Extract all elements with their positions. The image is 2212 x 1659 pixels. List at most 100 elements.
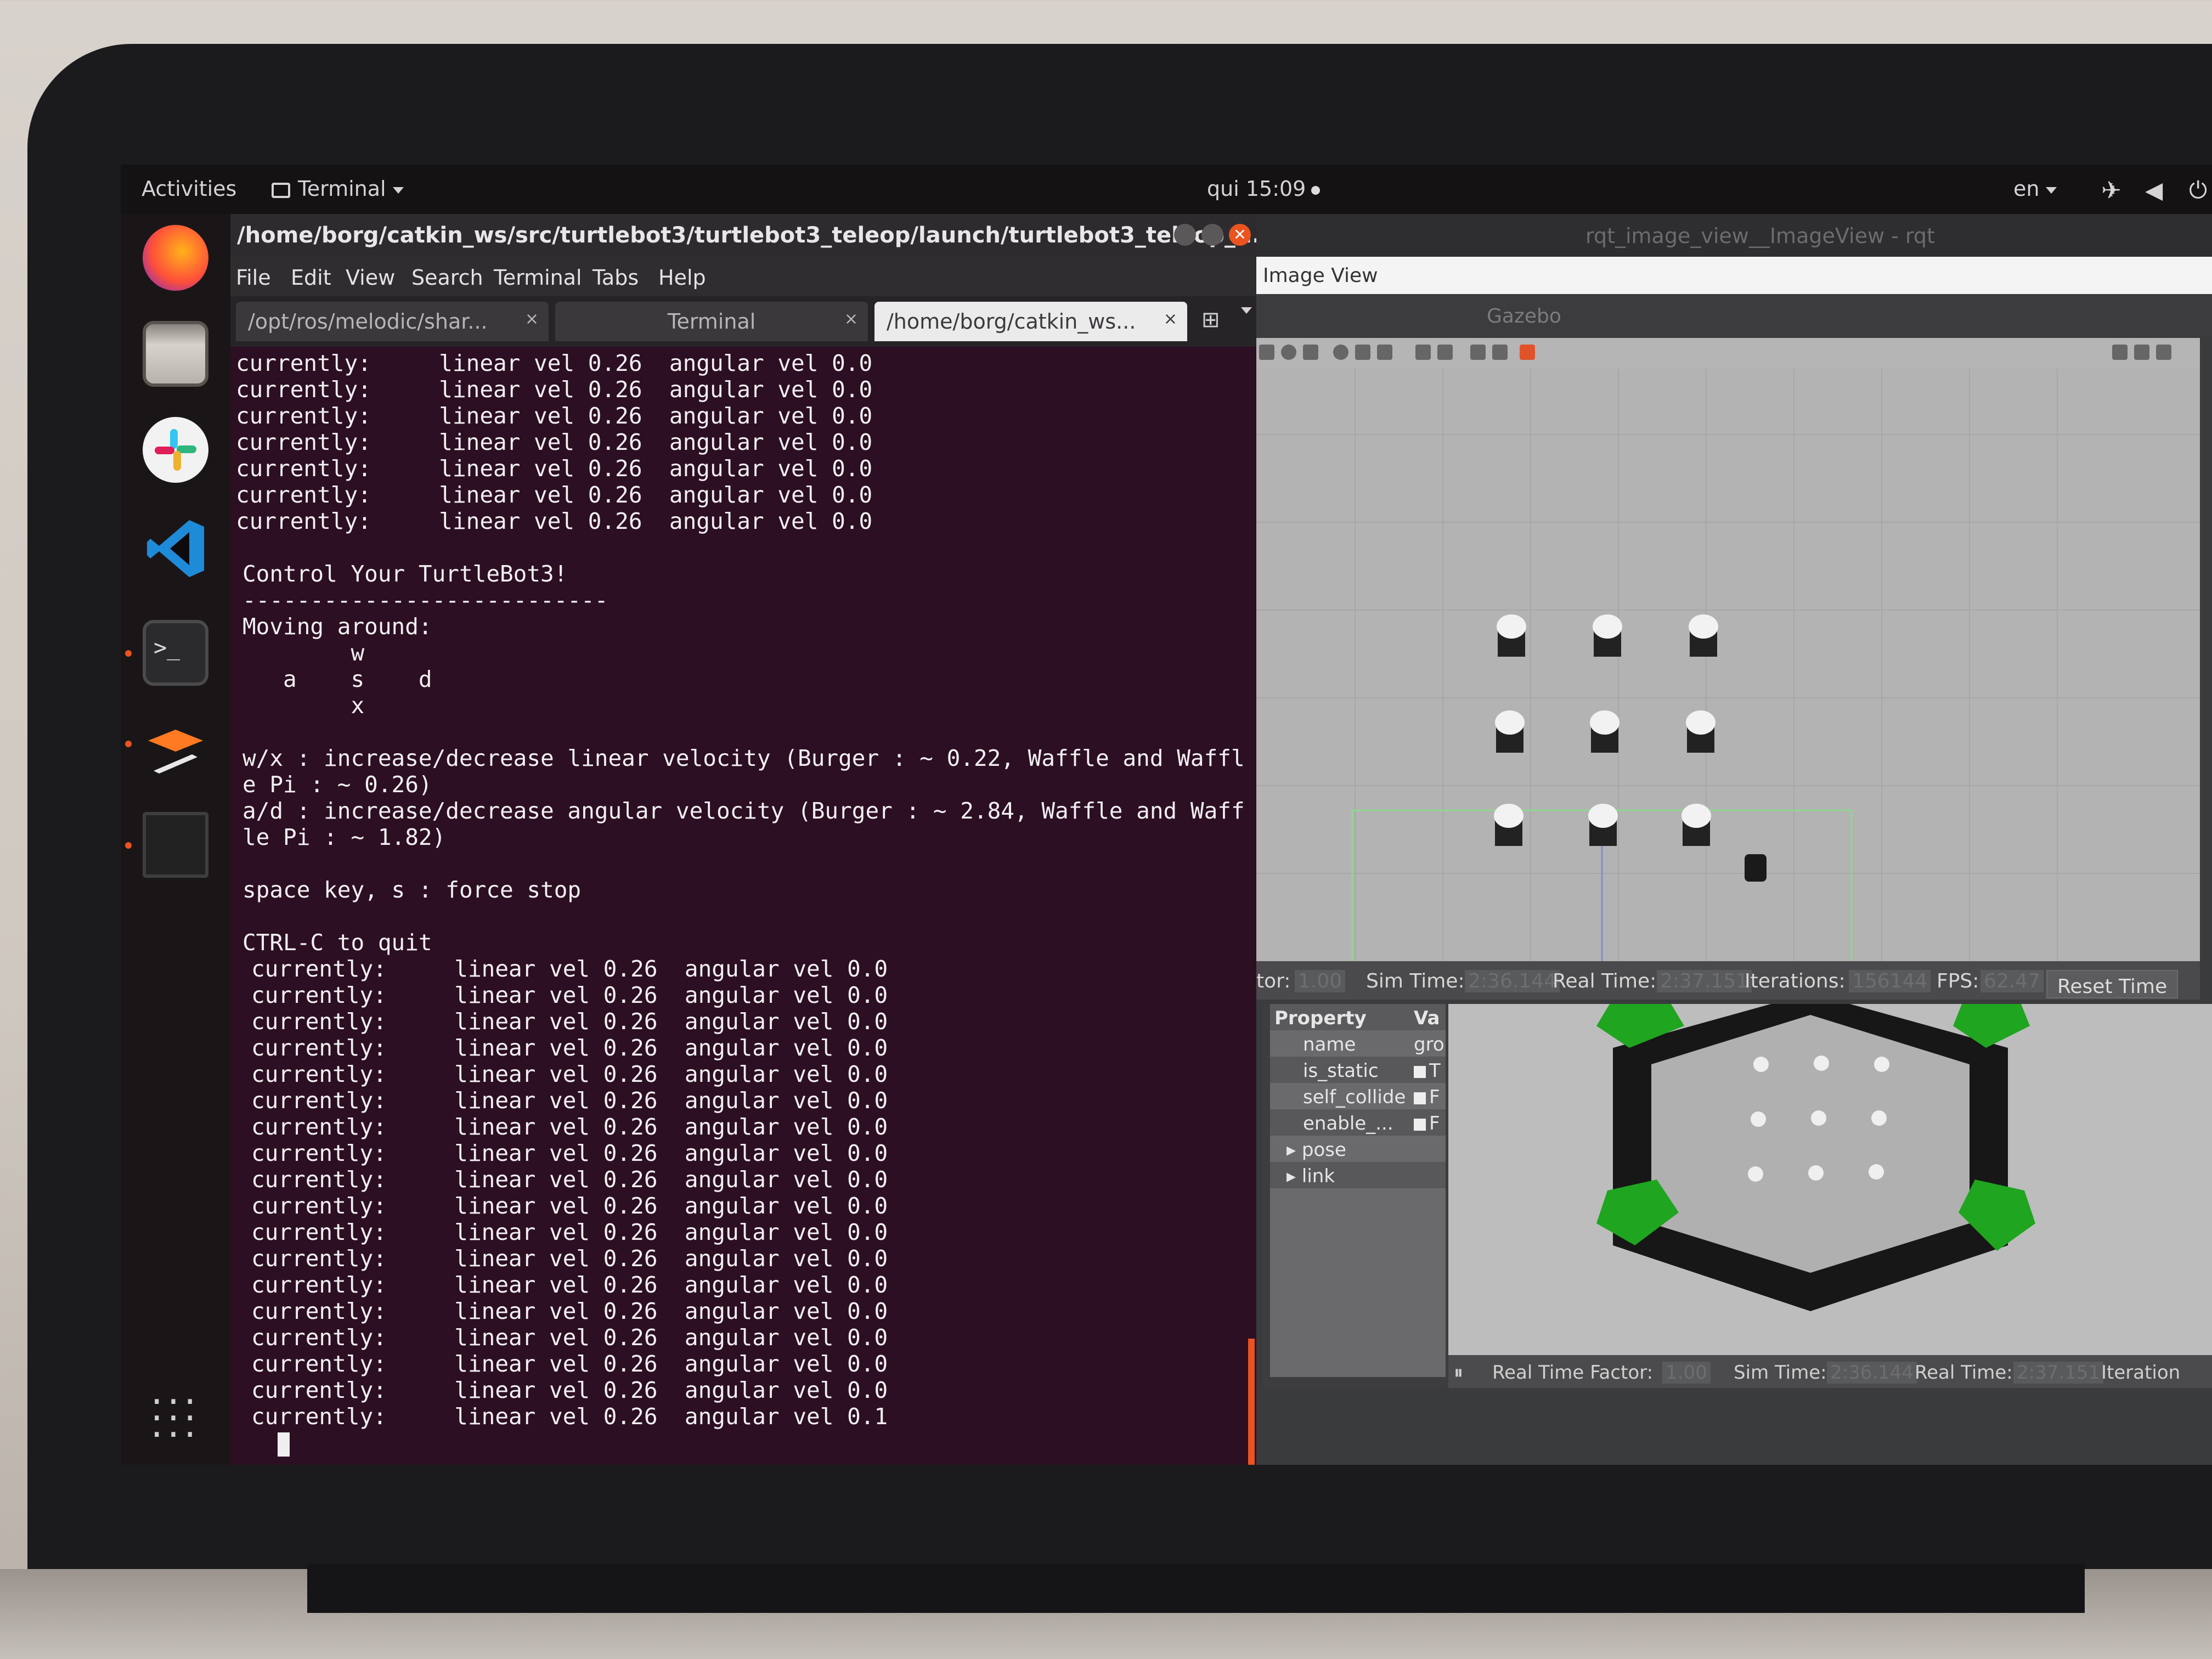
menu-view[interactable]: View: [346, 266, 395, 290]
close-icon[interactable]: ×: [844, 309, 858, 329]
laptop-hinge-shadow: [307, 1564, 2085, 1613]
tab-catkin-ws[interactable]: /home/borg/catkin_ws... ×: [874, 302, 1187, 341]
menu-tabs[interactable]: Tabs: [592, 266, 639, 290]
terminal-menubar: File Edit View Search Terminal Tabs Help: [230, 257, 1256, 296]
volume-icon[interactable]: ◀: [2145, 177, 2163, 204]
image-view-titlebar[interactable]: rqt_image_view__ImageView - rqt: [1256, 214, 2212, 257]
output-line: currently: linear vel 0.26 angular vel 0…: [251, 1035, 888, 1061]
expand-arrow-icon: ▸: [1286, 1165, 1302, 1187]
property-row-enable[interactable]: enable_... F: [1270, 1109, 1446, 1136]
property-row-name[interactable]: name gro: [1270, 1030, 1446, 1057]
output-line: currently: linear vel 0.26 angular vel 0…: [251, 1061, 888, 1087]
property-header: Property Va: [1270, 1004, 1446, 1030]
property-row-pose[interactable]: ▸ pose: [1270, 1136, 1446, 1162]
gazebo-titlebar[interactable]: Gazebo: [1256, 294, 2212, 338]
slack-icon[interactable]: [143, 417, 208, 483]
checkbox-checked-icon[interactable]: [1414, 1065, 1426, 1078]
rqt-image-view-window: rqt_image_view__ImageView - rqt Image Vi…: [1256, 214, 2212, 1465]
output-line: currently: linear vel 0.26 angular vel 0…: [236, 429, 873, 455]
output-line: currently: linear vel 0.26 angular vel 0…: [251, 1377, 888, 1403]
airplane-icon[interactable]: ✈: [2101, 177, 2121, 205]
property-value: T: [1429, 1060, 1441, 1082]
output-line: currently: linear vel 0.26 angular vel 0…: [251, 1193, 888, 1219]
property-key: pose: [1301, 1139, 1346, 1161]
files-icon[interactable]: [143, 321, 208, 387]
sublime-icon[interactable]: [143, 719, 208, 785]
power-icon[interactable]: ⏻: [2189, 177, 2207, 204]
property-key: name: [1303, 1034, 1356, 1056]
sim-time-value: 2:36.144: [1827, 1362, 1917, 1384]
activities-button[interactable]: Activities: [142, 177, 236, 201]
align-icon[interactable]: [1470, 345, 1486, 360]
property-key: self_collide: [1303, 1086, 1406, 1108]
gazebo-3d-view[interactable]: [1256, 369, 2200, 961]
terminal-titlebar[interactable]: /home/borg/catkin_ws/src/turtlebot3/turt…: [230, 214, 1261, 257]
new-tab-icon[interactable]: ⊞: [1201, 307, 1220, 332]
sim-time-label: Sim Time:: [1734, 1362, 1827, 1384]
output-line: currently: linear vel 0.26 angular vel 0…: [251, 1245, 888, 1272]
monitor-icon[interactable]: [143, 812, 208, 878]
app-menu-button[interactable]: Terminal: [272, 177, 404, 201]
terminal-output[interactable]: currently: linear vel 0.26 angular vel 0…: [236, 350, 1251, 1458]
show-apps-icon[interactable]: ··· ··· ···: [143, 1383, 208, 1459]
paste-icon[interactable]: [1437, 345, 1453, 360]
checkbox-icon[interactable]: [1414, 1092, 1426, 1104]
chevron-down-icon[interactable]: [1241, 307, 1252, 314]
tab-opt-ros[interactable]: /opt/ros/melodic/shar... ×: [236, 302, 549, 341]
close-button[interactable]: ✕: [1229, 224, 1251, 246]
gazebo-toolbar: [1256, 338, 2200, 369]
menu-search[interactable]: Search: [411, 266, 483, 290]
copy-icon[interactable]: [1415, 345, 1431, 360]
close-icon[interactable]: ×: [1164, 309, 1177, 329]
terminal-icon[interactable]: >_: [143, 620, 208, 686]
close-icon[interactable]: ×: [525, 309, 539, 329]
property-row-link[interactable]: ▸ link: [1270, 1162, 1446, 1188]
sim-time-label: Sim Time:: [1366, 970, 1465, 992]
terminal-window: /home/borg/catkin_ws/src/turtlebot3/turt…: [230, 214, 1261, 1465]
screenshot-icon[interactable]: [2112, 345, 2128, 360]
cylinder-tool-icon[interactable]: [1303, 345, 1318, 360]
output-line: currently: linear vel 0.26 angular vel 0…: [251, 1403, 888, 1430]
tab-terminal[interactable]: Terminal ×: [555, 302, 868, 341]
output-line: currently: linear vel 0.26 angular vel 0…: [236, 482, 873, 508]
point-light-icon[interactable]: [1355, 345, 1370, 360]
gazebo-3d-view-2[interactable]: [1448, 1004, 2212, 1355]
record-icon[interactable]: [1520, 345, 1535, 360]
language-menu[interactable]: en: [2013, 177, 2057, 201]
text-cursor: [278, 1432, 290, 1457]
iterations-label: Iterations:: [1745, 970, 1846, 992]
maximize-button[interactable]: [1201, 224, 1223, 246]
firefox-icon[interactable]: [143, 225, 208, 291]
menu-edit[interactable]: Edit: [291, 266, 331, 290]
clock[interactable]: qui 15:09: [1207, 177, 1321, 201]
menu-terminal[interactable]: Terminal: [494, 266, 582, 290]
rtf-value: 1.00: [1295, 970, 1346, 992]
gazebo-status-bar: tor: 1.00 Sim Time: 2:36.144 Real Time: …: [1256, 961, 2200, 1000]
log-icon[interactable]: [2134, 345, 2149, 360]
plot-icon[interactable]: [2156, 345, 2171, 360]
menu-help[interactable]: Help: [658, 266, 706, 290]
checkbox-icon[interactable]: [1414, 1118, 1426, 1131]
gazebo-scene: [1256, 369, 2200, 961]
terminal-title: /home/borg/catkin_ws/src/turtlebot3/turt…: [237, 223, 1261, 248]
sphere-tool-icon[interactable]: [1281, 345, 1296, 360]
property-row-is-static[interactable]: is_static T: [1270, 1057, 1446, 1083]
spot-light-icon[interactable]: [1377, 345, 1392, 360]
reset-time-button[interactable]: Reset Time: [2046, 970, 2179, 998]
terminal-scrollbar[interactable]: [1248, 1339, 1255, 1465]
menu-file[interactable]: File: [236, 266, 271, 290]
language-label: en: [2013, 177, 2040, 201]
property-row-self-collide[interactable]: self_collide F: [1270, 1083, 1446, 1109]
sun-light-icon[interactable]: [1333, 345, 1348, 360]
select-tool-icon[interactable]: [1259, 345, 1274, 360]
screen: Activities Terminal qui 15:09 en ✈ ◀ ⏻ >…: [121, 165, 2212, 1465]
minimize-button[interactable]: [1174, 224, 1196, 246]
pause-icon[interactable]: ⏸: [1454, 1362, 1463, 1384]
snap-icon[interactable]: [1492, 345, 1508, 360]
vscode-icon[interactable]: [143, 516, 208, 582]
image-view-window-title: rqt_image_view__ImageView - rqt: [1585, 224, 1935, 248]
real-time-value: 2:37.151: [1657, 970, 1752, 992]
vscode-logo-icon: [147, 520, 204, 577]
output-line: currently: linear vel 0.26 angular vel 0…: [251, 1140, 888, 1166]
gazebo-window-2: Property Va name gro is_static T self_colli…: [1262, 1004, 2212, 1388]
